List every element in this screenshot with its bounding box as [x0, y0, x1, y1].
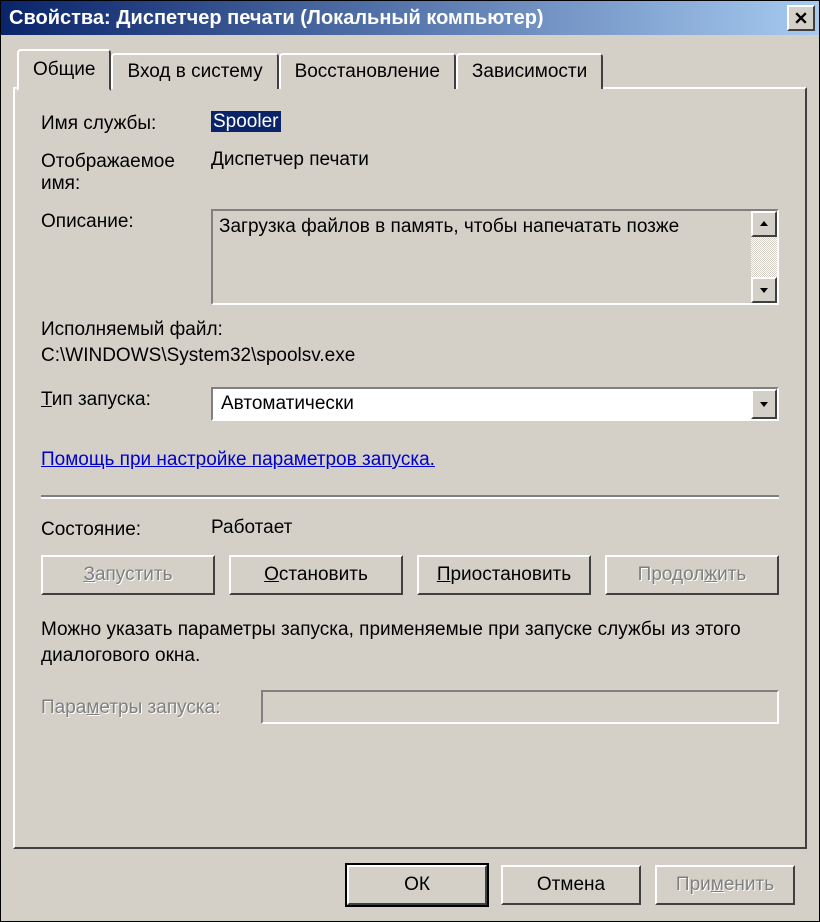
description-box: Загрузка файлов в память, чтобы напечата… — [211, 209, 779, 305]
tab-logon[interactable]: Вход в систему — [111, 53, 278, 89]
client-area: Общие Вход в систему Восстановление Зави… — [1, 35, 819, 921]
status-value: Работает — [211, 517, 779, 539]
tab-panel-general: Имя службы: Spooler Отображаемое имя: Ди… — [13, 87, 807, 849]
startup-type-value: Автоматически — [213, 393, 751, 415]
resume-button: Продолжить — [605, 555, 779, 595]
tab-dependencies[interactable]: Зависимости — [456, 53, 603, 89]
tabstrip: Общие Вход в систему Восстановление Зави… — [13, 49, 807, 89]
tab-recovery[interactable]: Восстановление — [279, 53, 456, 89]
separator — [41, 495, 779, 499]
display-name-value: Диспетчер печати — [211, 149, 779, 171]
startup-type-combo[interactable]: Автоматически — [211, 387, 779, 421]
titlebar[interactable]: Свойства: Диспетчер печати (Локальный ко… — [1, 1, 819, 35]
start-params-input — [261, 690, 779, 724]
stop-button[interactable]: Остановить — [229, 555, 403, 595]
scroll-down-button[interactable] — [751, 277, 777, 303]
description-label: Описание: — [41, 209, 211, 233]
description-text: Загрузка файлов в память, чтобы напечата… — [213, 211, 751, 303]
status-label: Состояние: — [41, 517, 211, 541]
dialog-window: Свойства: Диспетчер печати (Локальный ко… — [0, 0, 820, 922]
start-params-hint: Можно указать параметры запуска, применя… — [41, 617, 779, 668]
display-name-label: Отображаемое имя: — [41, 149, 211, 195]
dialog-footer: ОК Отмена Применить — [13, 849, 807, 921]
pause-button[interactable]: Приостановить — [417, 555, 591, 595]
startup-type-label: Тип запуска: — [41, 387, 211, 411]
start-params-label: Параметры запуска: — [41, 695, 261, 719]
description-scrollbar[interactable] — [751, 211, 777, 303]
start-button: Запустить — [41, 555, 215, 595]
scroll-track[interactable] — [751, 237, 777, 277]
tab-general[interactable]: Общие — [17, 49, 111, 91]
scroll-up-button[interactable] — [751, 211, 777, 237]
service-name-label: Имя службы: — [41, 111, 211, 135]
window-title: Свойства: Диспетчер печати (Локальный ко… — [9, 7, 787, 30]
exe-path-label: Исполняемый файл: — [41, 319, 779, 341]
ok-button[interactable]: ОК — [347, 865, 487, 905]
apply-button: Применить — [655, 865, 795, 905]
service-name-value: Spooler — [211, 111, 779, 133]
startup-help-link[interactable]: Помощь при настройке параметров запуска. — [41, 449, 435, 471]
exe-path-value: C:\WINDOWS\System32\spoolsv.exe — [41, 345, 779, 367]
combo-dropdown-button[interactable] — [751, 389, 777, 419]
cancel-button[interactable]: Отмена — [501, 865, 641, 905]
close-button[interactable] — [787, 5, 815, 31]
